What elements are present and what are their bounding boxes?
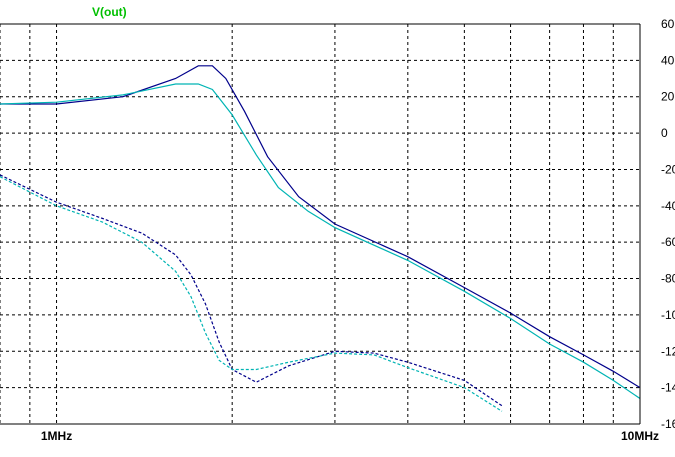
y-tick-label: 40 bbox=[661, 53, 675, 67]
x-tick-label: 10MHz bbox=[621, 429, 659, 443]
y-tick-label: -60 bbox=[661, 235, 675, 249]
tick-labels: 60 40 20 0 -20 -40 -60 -80 -100 -120 -140 -160 1MHz 1… bbox=[41, 17, 675, 443]
y-tick-label: -40 bbox=[661, 199, 675, 213]
series-line-1 bbox=[0, 65, 641, 389]
y-tick-label: -20 bbox=[661, 162, 675, 176]
y-tick-label: 20 bbox=[661, 90, 675, 104]
series-line-3 bbox=[0, 174, 503, 407]
series-layer bbox=[0, 65, 641, 412]
y-tick-label: -160 bbox=[661, 417, 675, 431]
y-tick-label: 0 bbox=[661, 126, 668, 140]
plot-frame bbox=[0, 23, 641, 425]
y-tick-label: -140 bbox=[661, 381, 675, 395]
y-tick-label: -100 bbox=[661, 308, 675, 322]
y-tick-label: -120 bbox=[661, 344, 675, 358]
y-tick-label: 60 bbox=[661, 17, 675, 31]
series-line-4 bbox=[0, 176, 503, 412]
bode-plot: 60 40 20 0 -20 -40 -60 -80 -100 -120 -140 -160 1MHz 1… bbox=[0, 17, 675, 443]
y-tick-label: -80 bbox=[661, 272, 675, 286]
x-tick-label: 1MHz bbox=[41, 429, 72, 443]
grid bbox=[0, 23, 641, 425]
